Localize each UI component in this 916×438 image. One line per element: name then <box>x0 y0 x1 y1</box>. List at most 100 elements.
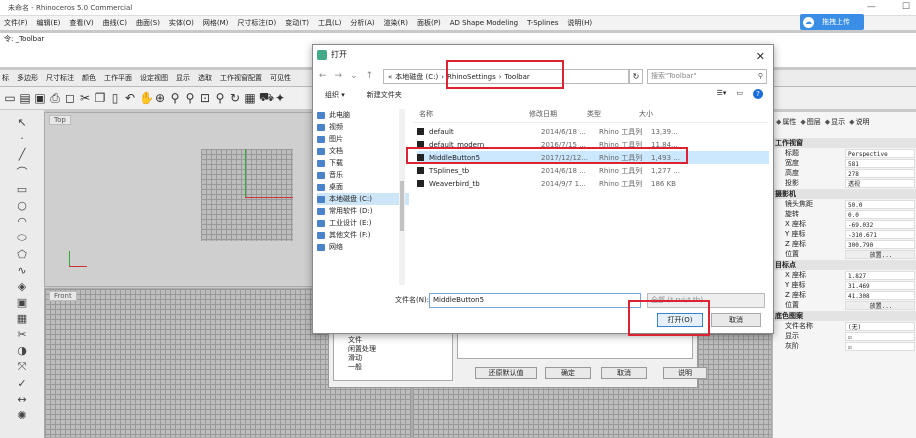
file-row[interactable]: TSplines_tb 2014/6/18 ... Rhino 工具列 1,277 .… <box>417 164 769 177</box>
tree-item[interactable]: 滑动 <box>348 354 438 363</box>
property-value[interactable]: 31.469 <box>845 281 915 290</box>
mesh-icon[interactable]: ▦ <box>15 312 29 325</box>
cancel-button[interactable]: 取消 <box>711 313 761 327</box>
toolbar-tab[interactable]: 显示 <box>176 73 190 83</box>
surface-icon[interactable]: ◈ <box>15 280 29 293</box>
ellipse-icon[interactable]: ⬭ <box>15 231 29 245</box>
search-input[interactable]: 搜索"Toolbar" ⚲ <box>647 69 767 84</box>
nav-item[interactable]: 其他文件 (F:) <box>317 229 409 241</box>
rotate-icon[interactable]: ↻ <box>229 91 241 105</box>
chevron-down-icon[interactable]: ⌄ <box>350 71 358 81</box>
section-header[interactable]: 工作视窗 <box>773 138 916 148</box>
paste-icon[interactable]: ▯ <box>109 91 121 105</box>
open-button[interactable]: 打开(O) <box>657 313 703 327</box>
property-value[interactable]: 放置... <box>845 250 915 259</box>
toolbar-tab[interactable]: 设定视图 <box>140 73 168 83</box>
section-header[interactable]: 底色图案 <box>773 311 916 321</box>
menu-item[interactable]: 文件(F) <box>4 18 28 28</box>
breadcrumb-part[interactable]: 本地磁盘 (C:) <box>395 72 438 82</box>
forward-icon[interactable]: → <box>335 71 343 81</box>
file-row[interactable]: default_modern 2016/7/15 ... Rhino 工具列 11,8… <box>417 138 769 151</box>
panel-tab[interactable]: ◆说明 <box>849 117 869 129</box>
close-icon[interactable]: ✕ <box>756 47 765 67</box>
toolbar-tab[interactable]: 颜色 <box>82 73 96 83</box>
menu-item[interactable]: 编辑(E) <box>37 18 61 28</box>
tree-item[interactable]: 一般 <box>348 363 438 372</box>
render-icon[interactable]: ✺ <box>15 409 29 422</box>
dimension-icon[interactable]: ↔ <box>15 393 29 406</box>
menu-item[interactable]: 面板(P) <box>417 18 441 28</box>
rectangle-icon[interactable]: ▭ <box>15 183 29 196</box>
breadcrumb-part[interactable]: Toolbar <box>505 73 530 81</box>
nav-item[interactable]: 视频 <box>317 121 409 133</box>
zoom-icon[interactable]: ⚲ <box>169 91 181 105</box>
toolbar-tab[interactable]: 尺寸标注 <box>46 73 74 83</box>
toolbar-tab[interactable]: 工作平面 <box>104 73 132 83</box>
new-file-icon[interactable]: ▭ <box>4 91 16 105</box>
arc-icon[interactable]: ◠ <box>15 215 29 228</box>
nav-item[interactable]: 下载 <box>317 157 409 169</box>
panel-tab[interactable]: ◆图层 <box>800 117 820 129</box>
panel-tab[interactable]: ◆显示 <box>825 117 845 129</box>
scrollbar-thumb[interactable] <box>400 181 404 231</box>
print-icon[interactable]: ⎙ <box>49 91 61 106</box>
refresh-icon[interactable]: ↻ <box>629 69 643 84</box>
tree-item[interactable]: 文件 <box>348 336 438 345</box>
maximize-icon[interactable]: ☐ <box>902 2 910 12</box>
viewport-label-top[interactable]: Top <box>49 115 71 125</box>
property-value[interactable]: 41.308 <box>845 291 915 300</box>
polyline-icon[interactable]: ⌒ <box>15 164 29 180</box>
nav-item[interactable]: 音乐 <box>317 169 409 181</box>
copy-icon[interactable]: ❐ <box>94 91 106 105</box>
zoom-window-icon[interactable]: ⚲ <box>184 91 196 105</box>
column-header[interactable]: 名称 <box>413 109 529 122</box>
trim-icon[interactable]: ✂ <box>15 328 29 341</box>
back-icon[interactable]: ← <box>319 71 327 81</box>
nav-item[interactable]: 常用软件 (D:) <box>317 205 409 217</box>
property-value[interactable]: 放置... <box>845 301 915 310</box>
point-icon[interactable]: · <box>15 132 29 145</box>
property-value[interactable]: 50.0 <box>845 200 915 209</box>
analyze-icon[interactable]: ✓ <box>15 377 29 390</box>
zoom-selected-icon[interactable]: ⚲ <box>214 91 226 105</box>
panel-tab[interactable]: ◆属性 <box>776 117 796 129</box>
save-icon[interactable]: ▣ <box>34 91 46 105</box>
options-button[interactable]: 取消 <box>601 367 647 379</box>
property-value[interactable]: -310.671 <box>845 230 915 239</box>
menu-item[interactable]: 曲线(C) <box>103 18 127 28</box>
cloud-upload-button[interactable]: ☁ 拖拽上传 <box>800 14 864 30</box>
pan-icon[interactable]: ✋ <box>139 91 154 105</box>
property-value[interactable]: 581 <box>845 159 915 168</box>
property-value[interactable]: ☑ <box>845 342 915 351</box>
nav-item[interactable]: 工业设计 (E:) <box>317 217 409 229</box>
file-row[interactable]: default 2014/6/18 ... Rhino 工具列 13,39... <box>417 125 769 138</box>
nav-item[interactable]: 本地磁盘 (C:) <box>317 193 409 205</box>
menu-item[interactable]: 查看(V) <box>69 18 93 28</box>
filetype-select[interactable]: 全部 (*.rui;*.tb) <box>647 293 765 308</box>
property-value[interactable]: 278 <box>845 169 915 178</box>
toolbar-tab[interactable]: 选取 <box>198 73 212 83</box>
menu-item[interactable]: 尺寸标注(D) <box>237 18 276 28</box>
nav-item[interactable]: 网络 <box>317 241 409 253</box>
minimize-icon[interactable]: — <box>867 2 876 12</box>
nav-item[interactable]: 图片 <box>317 133 409 145</box>
property-value[interactable]: 300.790 <box>845 240 915 249</box>
property-value[interactable]: Perspective <box>845 149 915 158</box>
menu-item[interactable]: 说明(H) <box>567 18 592 28</box>
menu-item[interactable]: 变动(T) <box>285 18 309 28</box>
undo-icon[interactable]: ↶ <box>124 91 136 105</box>
toolbar-tab[interactable]: 可见性 <box>270 73 291 83</box>
nav-item[interactable]: 桌面 <box>317 181 409 193</box>
tree-item[interactable]: 闲置处理 <box>348 345 438 354</box>
nav-item[interactable]: 文档 <box>317 145 409 157</box>
column-header[interactable]: 修改日期 <box>529 109 587 122</box>
rotate-view-icon[interactable]: ⊕ <box>154 91 166 105</box>
light-icon[interactable]: ✦ <box>274 91 286 105</box>
viewport-label-front[interactable]: Front <box>49 291 77 301</box>
property-value[interactable]: 透视 <box>845 179 915 188</box>
menu-item[interactable]: 实体(O) <box>169 18 194 28</box>
menu-item[interactable]: 渲染(R) <box>384 18 408 28</box>
properties-icon[interactable]: ◻ <box>64 91 76 105</box>
toolbar-tab[interactable]: 工作视窗配置 <box>220 73 262 83</box>
preview-pane-icon[interactable]: ▭ <box>736 89 743 99</box>
